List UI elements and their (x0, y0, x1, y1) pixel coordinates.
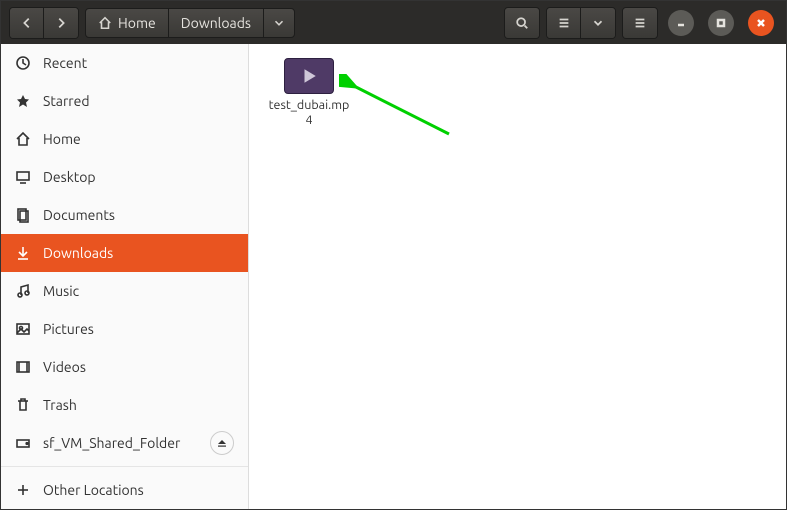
view-options-button[interactable] (581, 8, 615, 38)
sidebar-separator (1, 466, 248, 467)
sidebar-item-label: Starred (43, 93, 90, 109)
sidebar-item-label: Desktop (43, 169, 96, 185)
sidebar-item-trash[interactable]: Trash (1, 386, 248, 424)
drive-icon (15, 435, 31, 451)
home-icon (15, 131, 31, 147)
sidebar-item-documents[interactable]: Documents (1, 196, 248, 234)
minimize-button[interactable] (668, 10, 694, 36)
file-name: test_dubai.mp4 (267, 98, 351, 128)
forward-button[interactable] (44, 8, 78, 38)
desktop-icon (15, 169, 31, 185)
list-view-button[interactable] (547, 8, 581, 38)
file-item[interactable]: test_dubai.mp4 (267, 58, 351, 128)
sidebar-item-label: Trash (43, 397, 77, 413)
sidebar-item-shared-folder[interactable]: sf_VM_Shared_Folder (1, 424, 248, 462)
nav-group (9, 7, 79, 39)
sidebar-item-label: sf_VM_Shared_Folder (43, 435, 180, 451)
music-icon (15, 283, 31, 299)
list-icon (557, 16, 571, 30)
breadcrumb-current-label: Downloads (181, 15, 251, 31)
file-pane[interactable]: test_dubai.mp4 (249, 44, 786, 509)
sidebar-item-label: Videos (43, 359, 86, 375)
documents-icon (15, 207, 31, 223)
eject-icon (217, 438, 227, 448)
search-button[interactable] (505, 8, 539, 38)
plus-icon (15, 482, 31, 498)
menu-icon (633, 16, 647, 30)
sidebar-item-label: Documents (43, 207, 115, 223)
videos-icon (15, 359, 31, 375)
sidebar-item-pictures[interactable]: Pictures (1, 310, 248, 348)
downloads-icon (15, 245, 31, 261)
titlebar: Home Downloads (1, 1, 786, 44)
trash-icon (15, 397, 31, 413)
sidebar-item-label: Other Locations (43, 482, 144, 498)
eject-button[interactable] (210, 431, 234, 455)
sidebar-item-label: Home (43, 131, 81, 147)
annotation-arrow (339, 74, 459, 144)
sidebar-item-label: Downloads (43, 245, 113, 261)
search-icon (515, 16, 529, 30)
sidebar-item-other-locations[interactable]: Other Locations (1, 471, 248, 509)
home-icon (98, 16, 112, 30)
sidebar-item-label: Recent (43, 55, 87, 71)
star-icon (15, 93, 31, 109)
sidebar-item-music[interactable]: Music (1, 272, 248, 310)
breadcrumb-current[interactable]: Downloads (169, 9, 264, 37)
chevron-down-icon (272, 16, 286, 30)
pictures-icon (15, 321, 31, 337)
sidebar-item-desktop[interactable]: Desktop (1, 158, 248, 196)
sidebar-item-label: Music (43, 283, 79, 299)
hamburger-button[interactable] (623, 8, 657, 38)
close-button[interactable] (748, 10, 774, 36)
sidebar-item-downloads[interactable]: Downloads (1, 234, 248, 272)
sidebar-item-label: Pictures (43, 321, 94, 337)
chevron-down-icon (591, 16, 605, 30)
maximize-button[interactable] (708, 10, 734, 36)
back-button[interactable] (10, 8, 44, 38)
play-icon (300, 67, 318, 85)
view-group (546, 7, 616, 39)
breadcrumb-home[interactable]: Home (86, 9, 169, 37)
sidebar-item-starred[interactable]: Starred (1, 82, 248, 120)
sidebar: Recent Starred Home Desktop Documents Do… (1, 44, 249, 509)
main-body: Recent Starred Home Desktop Documents Do… (1, 44, 786, 509)
video-thumbnail (284, 58, 334, 94)
menu-group (622, 7, 658, 39)
breadcrumb: Home Downloads (85, 8, 295, 38)
breadcrumb-home-label: Home (118, 15, 156, 31)
search-group (504, 7, 540, 39)
clock-icon (15, 55, 31, 71)
sidebar-item-recent[interactable]: Recent (1, 44, 248, 82)
sidebar-item-home[interactable]: Home (1, 120, 248, 158)
sidebar-item-videos[interactable]: Videos (1, 348, 248, 386)
breadcrumb-menu-button[interactable] (264, 9, 294, 37)
